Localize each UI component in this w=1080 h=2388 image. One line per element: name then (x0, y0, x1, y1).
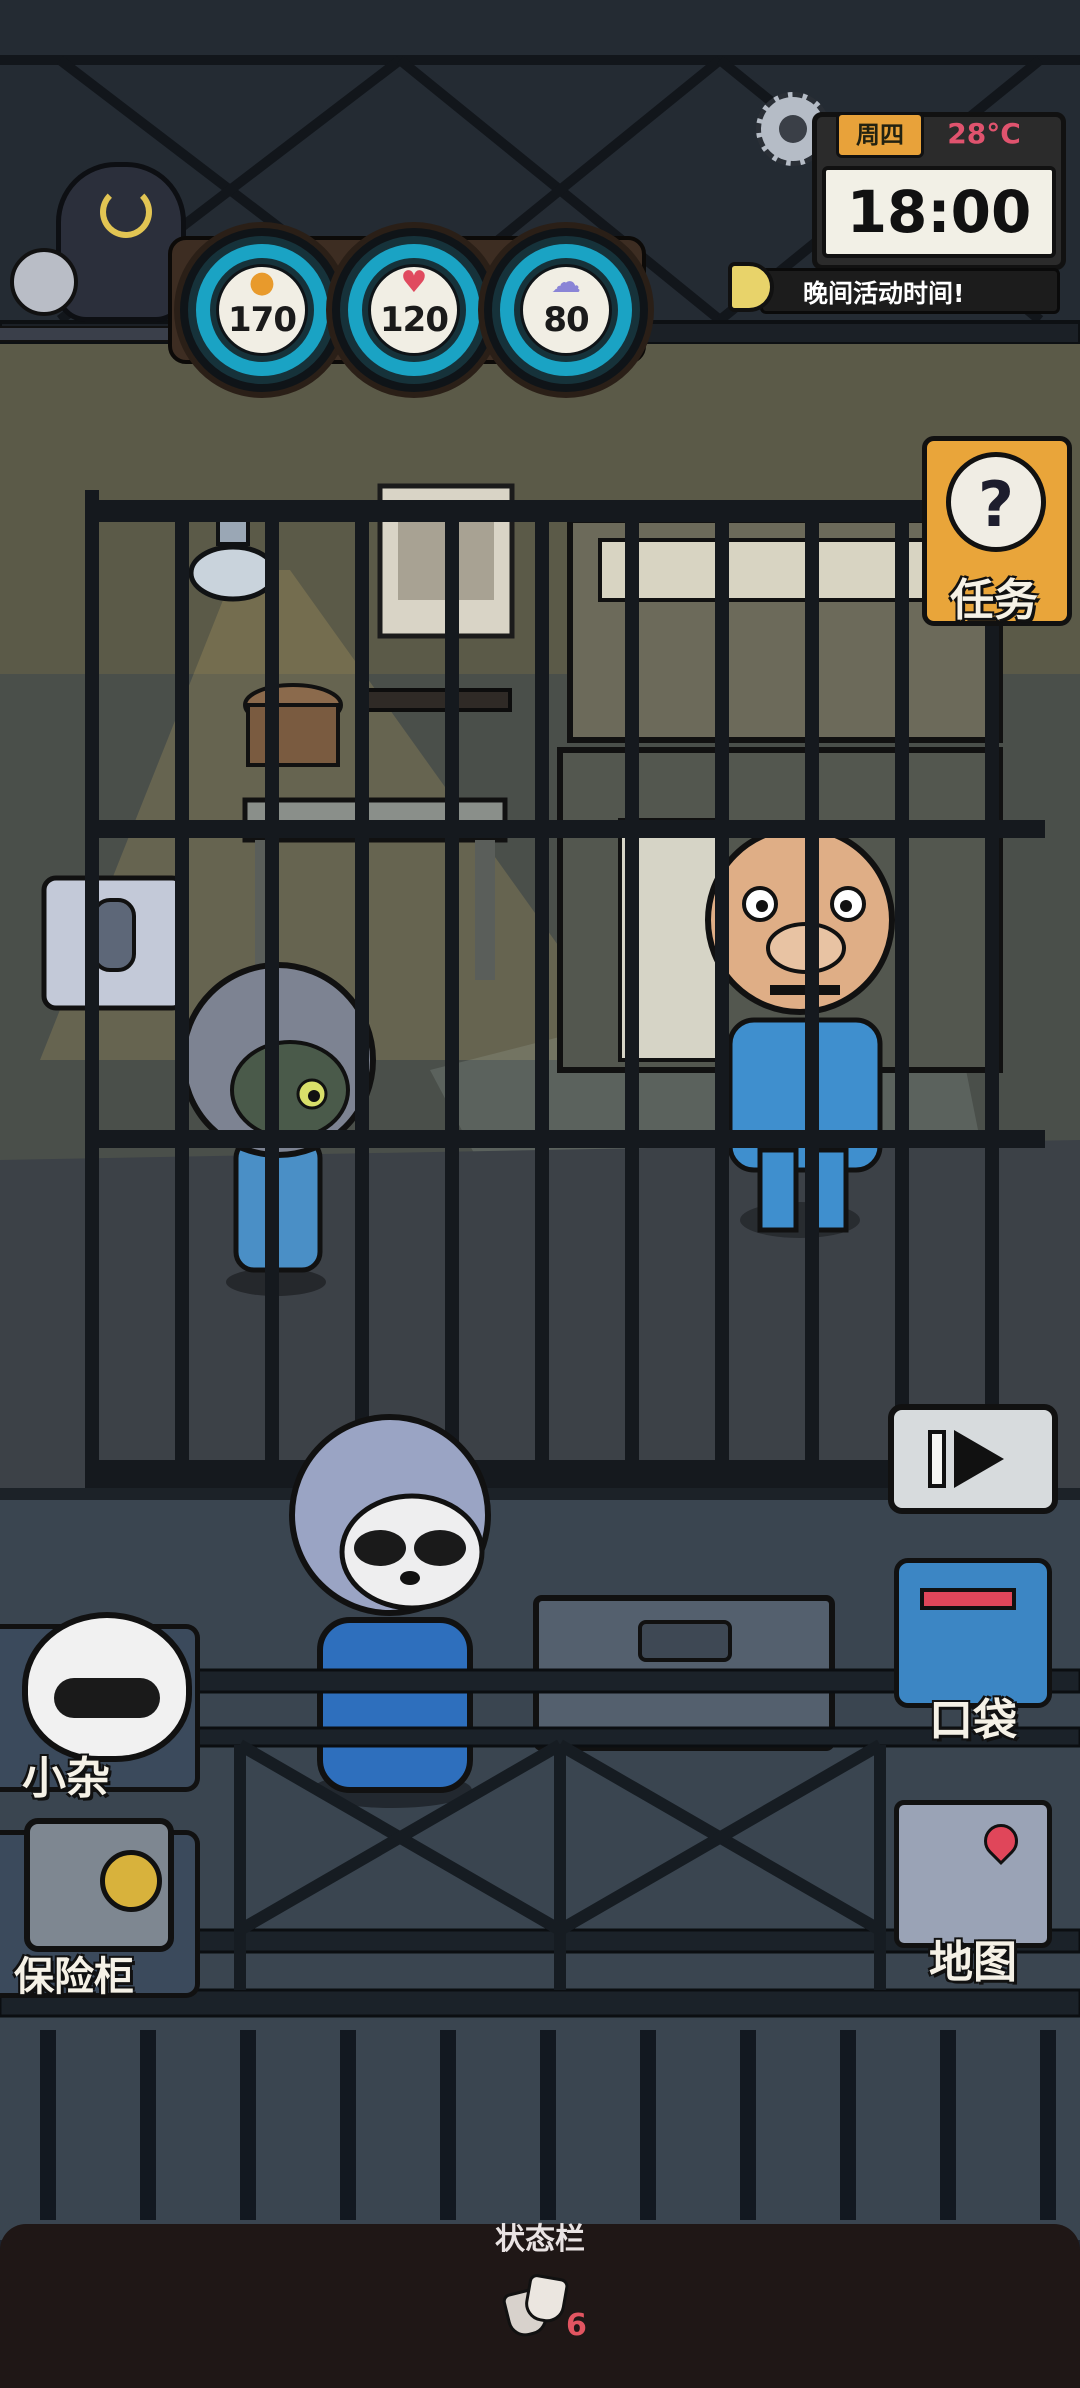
theater-masks-icon[interactable] (501, 2272, 570, 2341)
clock-time: 18:00 (822, 166, 1056, 258)
companion-button[interactable]: 小杂 (0, 1612, 210, 1804)
food-icon: ● (248, 265, 276, 300)
safe-label: 保险柜 (14, 1954, 134, 2000)
mouse-icon (10, 248, 78, 316)
fast-forward-arrow (954, 1430, 1004, 1488)
question-mark-icon: ? (946, 452, 1046, 552)
temperature-label: 28°C (947, 117, 1021, 150)
brain-icon: ☁ (551, 265, 581, 300)
tasks-button[interactable]: ? 任务 (908, 436, 1080, 636)
event-text: 晚间活动时间! (803, 279, 965, 308)
stat-health-value: 120 (380, 300, 449, 340)
fast-forward-icon (928, 1430, 1018, 1488)
stat-hunger[interactable]: ● 170 (180, 228, 344, 392)
pocket-label: 口袋 (929, 1695, 1017, 1746)
tasks-label: 任务 (950, 575, 1038, 626)
raccoon-icon (22, 1612, 192, 1762)
stat-mental-value: 80 (543, 300, 589, 340)
status-bar-title: 状态栏 (495, 2222, 585, 2257)
map-label: 地图 (929, 1937, 1017, 1988)
weekday-badge: 周四 (836, 112, 924, 158)
stat-health[interactable]: ♥ 120 (332, 228, 496, 392)
safe-dial (100, 1850, 162, 1912)
pocket-button[interactable]: 口袋 (888, 1558, 1058, 1754)
companion-label: 小杂 (22, 1753, 110, 1804)
stat-mental[interactable]: ☁ 80 (484, 228, 648, 392)
crow-eye-icon (100, 186, 152, 238)
fast-forward-bar (928, 1430, 946, 1488)
event-banner[interactable]: 晚间活动时间! (760, 268, 1060, 314)
mascot-crow (4, 160, 194, 330)
skip-time-button[interactable] (888, 1404, 1058, 1514)
pocket-flap (920, 1588, 1016, 1610)
safe-icon (24, 1818, 174, 1952)
map-button[interactable]: 地图 (888, 1800, 1058, 2000)
status-effect-count: 6 (566, 2308, 587, 2343)
stat-hunger-value: 170 (228, 300, 297, 340)
safe-button[interactable]: 保险柜 (0, 1818, 210, 2008)
raccoon-mask (54, 1678, 160, 1718)
heart-icon: ♥ (400, 265, 428, 300)
gear-hub (779, 115, 807, 143)
